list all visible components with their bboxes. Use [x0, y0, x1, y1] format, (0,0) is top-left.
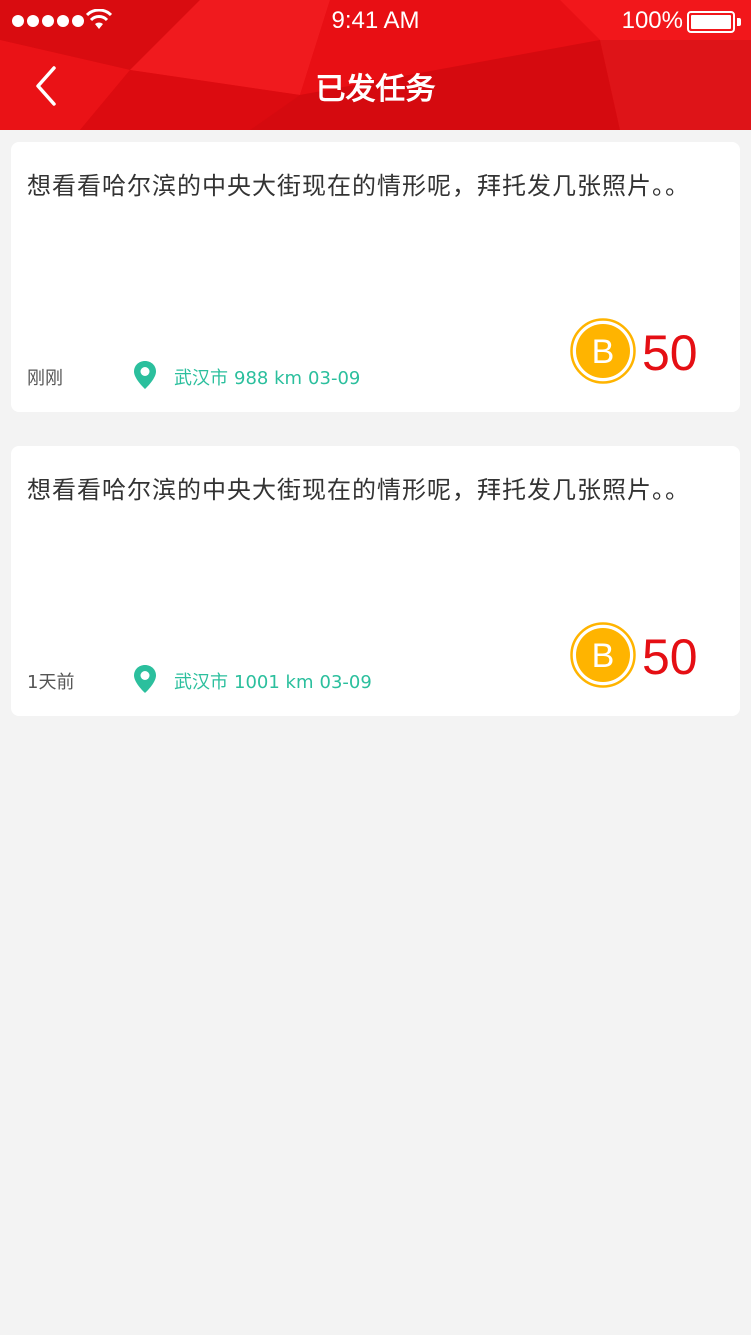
task-card[interactable]: 想看看哈尔滨的中央大街现在的情形呢，拜托发几张照片。。 刚刚 武汉市 988 km… — [11, 142, 740, 412]
svg-text:B: B — [592, 637, 615, 675]
status-bar: 9:41 AM 100% — [0, 0, 751, 44]
task-date: 03-09 — [308, 368, 361, 389]
task-description: 想看看哈尔滨的中央大街现在的情形呢，拜托发几张照片。。 — [27, 476, 690, 504]
battery-percentage: 100% — [621, 7, 683, 34]
page-title: 已发任务 — [315, 72, 436, 107]
task-reward: 50 — [642, 629, 698, 685]
task-distance: 988 km — [234, 368, 303, 389]
coin-b-icon: B — [570, 622, 636, 688]
task-posted-time: 1天前 — [27, 672, 75, 693]
task-date: 03-09 — [319, 672, 372, 693]
task-city: 武汉市 — [174, 672, 228, 693]
task-location: 武汉市 988 km 03-09 — [174, 364, 366, 390]
coin-b-icon: B — [570, 318, 636, 384]
task-posted-time: 刚刚 — [27, 368, 63, 389]
svg-text:B: B — [592, 333, 615, 371]
header: 9:41 AM 100% 已发任务 — [0, 0, 751, 130]
task-reward: 50 — [642, 325, 698, 381]
task-distance: 1001 km — [234, 672, 314, 693]
task-card[interactable]: 想看看哈尔滨的中央大街现在的情形呢，拜托发几张照片。。 1天前 武汉市 1001 … — [11, 446, 740, 716]
task-description: 想看看哈尔滨的中央大街现在的情形呢，拜托发几张照片。。 — [27, 172, 690, 200]
task-city: 武汉市 — [174, 368, 228, 389]
location-pin-icon — [134, 665, 156, 693]
location-pin-icon — [134, 361, 156, 389]
battery-icon — [687, 11, 741, 33]
task-location: 武汉市 1001 km 03-09 — [174, 668, 378, 694]
